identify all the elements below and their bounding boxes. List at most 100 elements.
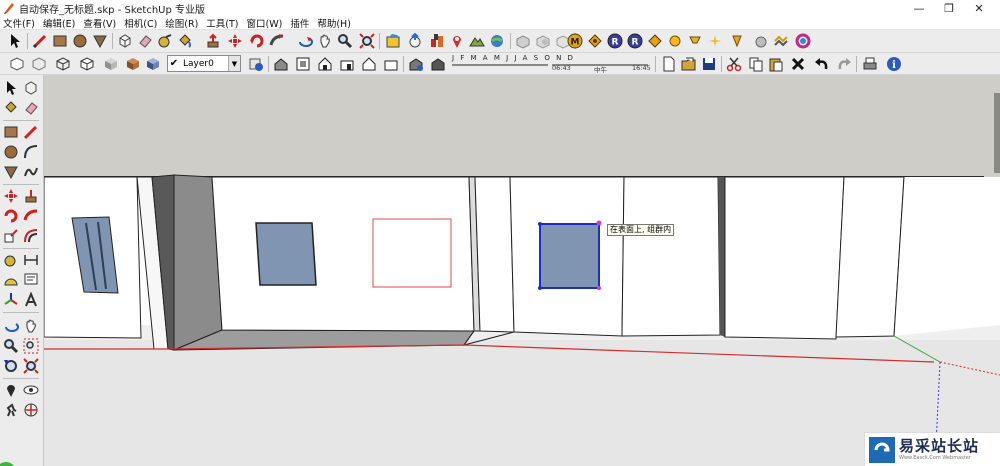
vray-ies-light-icon[interactable] [728,32,746,50]
look-around-icon[interactable] [22,381,40,399]
erase-icon[interactable] [789,55,807,73]
previous-view-icon[interactable] [2,357,20,375]
vray-infinite-plane-icon[interactable] [794,32,812,50]
dimension-tool-icon[interactable] [22,251,40,269]
rectangle-tool-icon[interactable] [51,32,69,50]
open-file-icon[interactable] [680,55,698,73]
layer-select[interactable]: ✔ Layer0 ▼ [167,55,241,72]
vray-material-editor-icon[interactable] [586,32,604,50]
offset-tool-icon[interactable] [22,227,40,245]
polygon-tool-icon[interactable] [2,163,20,181]
photo-textures-icon[interactable] [488,32,506,50]
freehand-tool-icon[interactable] [22,163,40,181]
follow-me-icon[interactable] [268,32,286,50]
circle-tool-icon[interactable] [71,32,89,50]
layer-manager-icon[interactable] [247,55,265,73]
section-plane-icon[interactable] [22,401,40,419]
vray-omni-light-icon[interactable] [706,32,724,50]
menu-tools[interactable]: 工具(T) [206,16,238,30]
chevron-down-icon[interactable]: ▼ [228,56,240,71]
maximize-button[interactable]: ❐ [934,0,964,16]
redo-icon[interactable] [835,55,853,73]
new-file-icon[interactable] [660,55,678,73]
line-tool-icon[interactable] [31,32,49,50]
solid-union-icon[interactable] [514,32,532,50]
get-models-icon[interactable] [384,32,402,50]
menu-plugins[interactable]: 插件 [290,16,309,30]
eraser-tool-icon[interactable] [136,32,154,50]
eraser-tool-icon[interactable] [22,99,40,117]
hidden-line-icon[interactable] [78,55,96,73]
vray-frame-buffer-icon[interactable] [646,32,664,50]
pan-tool-icon[interactable] [316,32,334,50]
display-shadows-icon[interactable] [429,55,447,73]
solid-subtract-icon[interactable] [534,32,552,50]
shaded-icon[interactable] [102,55,120,73]
orbit-tool-icon[interactable] [296,32,314,50]
menu-help[interactable]: 帮助(H) [317,16,351,30]
zoom-extents-icon[interactable] [358,32,376,50]
circle-tool-icon[interactable] [2,143,20,161]
front-view-icon[interactable] [316,55,334,73]
top-view-icon[interactable] [294,55,312,73]
zoom-extents-icon[interactable] [22,357,40,375]
cut-icon[interactable] [725,55,743,73]
menu-window[interactable]: 窗口(W) [247,16,283,30]
vray-mesh-light-icon[interactable] [772,32,790,50]
minimize-button[interactable]: — [904,0,934,16]
close-button[interactable]: ✕ [964,0,994,16]
shaded-with-textures-icon[interactable] [124,55,142,73]
monochrome-icon[interactable] [144,55,162,73]
undo-icon[interactable] [813,55,831,73]
rotate-tool-icon[interactable] [2,207,20,225]
zoom-window-icon[interactable] [22,337,40,355]
orbit-tool-icon[interactable] [2,317,20,335]
vray-render-button-icon[interactable]: R [626,32,644,50]
position-camera-icon[interactable] [2,381,20,399]
tape-measure-icon[interactable] [2,251,20,269]
menu-camera[interactable]: 相机(C) [124,16,157,30]
menu-view[interactable]: 查看(V) [83,16,116,30]
vray-sphere-light-icon[interactable] [666,32,684,50]
rotate-tool-icon[interactable] [248,32,266,50]
scale-tool-icon[interactable] [2,227,20,245]
menu-file[interactable]: 文件(F) [3,16,35,30]
vray-render-options-icon[interactable]: R [606,32,624,50]
zoom-tool-icon[interactable] [336,32,354,50]
zoom-tool-icon[interactable] [2,337,20,355]
select-arrow-icon[interactable] [2,79,20,97]
line-tool-icon[interactable] [22,123,40,141]
protractor-tool-icon[interactable] [2,271,20,289]
move-tool-icon[interactable] [226,32,244,50]
move-tool-icon[interactable] [2,187,20,205]
wireframe-icon[interactable] [54,55,72,73]
shadow-settings-icon[interactable] [407,55,425,73]
tape-measure-icon[interactable] [156,32,174,50]
print-icon[interactable] [861,55,879,73]
scene-canvas[interactable] [44,75,1000,466]
toggle-terrain-icon[interactable] [468,32,486,50]
back-view-icon[interactable] [360,55,378,73]
vray-spot-light-icon[interactable] [686,32,704,50]
follow-me-icon[interactable] [22,207,40,225]
push-pull-icon[interactable] [204,32,222,50]
make-component-icon[interactable] [22,79,40,97]
walk-tool-icon[interactable] [2,401,20,419]
copy-icon[interactable] [747,55,765,73]
share-model-icon[interactable] [406,32,424,50]
model-info-icon[interactable]: i [885,55,903,73]
shadow-month-slider[interactable] [452,64,548,66]
paint-bucket-icon[interactable] [176,32,194,50]
iso-house-icon[interactable] [272,55,290,73]
text-tool-icon[interactable] [22,271,40,289]
vray-render-icon[interactable]: M [566,32,584,50]
left-view-icon[interactable] [382,55,400,73]
iso-view-icon[interactable] [8,55,26,73]
select-tool-icon[interactable] [6,32,24,50]
3d-text-icon[interactable] [22,291,40,309]
menu-edit[interactable]: 编辑(E) [43,16,75,30]
axes-tool-icon[interactable] [2,291,20,309]
vray-dome-light-icon[interactable] [752,32,770,50]
push-pull-icon[interactable] [22,187,40,205]
arc-tool-icon[interactable] [22,143,40,161]
